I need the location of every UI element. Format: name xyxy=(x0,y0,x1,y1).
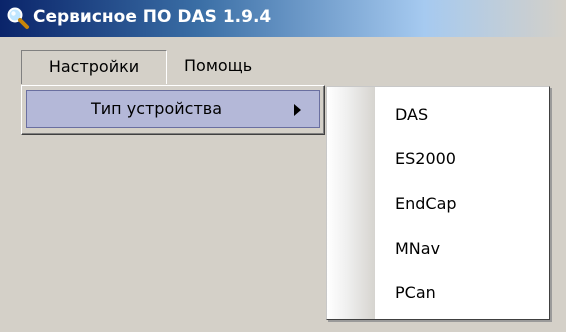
submenu-arrow-icon xyxy=(294,104,301,116)
submenu-item-das[interactable]: DAS xyxy=(395,101,428,129)
menu-help[interactable]: Помощь xyxy=(168,50,262,84)
menu-item-device-type[interactable]: Тип устройства xyxy=(26,90,320,128)
submenu-item-mnav[interactable]: MNav xyxy=(395,235,440,263)
submenu-item-es2000[interactable]: ES2000 xyxy=(395,145,456,173)
title-bar[interactable]: Сервисное ПО DAS 1.9.4 xyxy=(0,0,566,37)
menu-settings[interactable]: Настройки xyxy=(21,50,167,84)
submenu-item-endcap[interactable]: EndCap xyxy=(395,190,457,218)
settings-dropdown: Тип устройства xyxy=(21,85,325,135)
device-type-submenu: DAS ES2000 EndCap MNav PCan xyxy=(326,86,550,320)
menu-item-device-type-label: Тип устройства xyxy=(91,99,222,118)
magnifier-icon xyxy=(7,7,29,29)
menu-bar: Настройки Помощь xyxy=(0,37,566,86)
submenu-item-pcan[interactable]: PCan xyxy=(395,279,436,307)
app-window: Сервисное ПО DAS 1.9.4 Настройки Помощь … xyxy=(0,0,566,332)
window-title: Сервисное ПО DAS 1.9.4 xyxy=(33,7,272,27)
submenu-icon-rail xyxy=(327,87,375,319)
